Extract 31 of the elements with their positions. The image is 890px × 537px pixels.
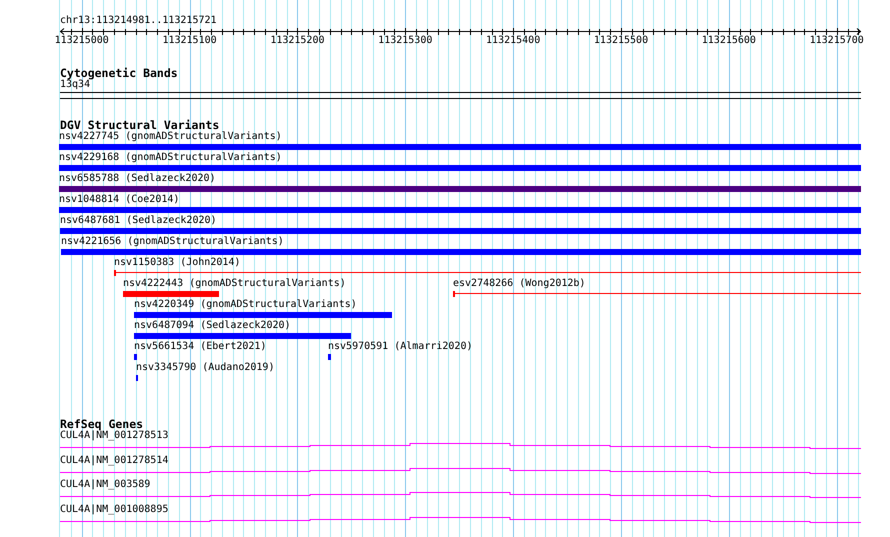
variant-label: nsv6585788 (Sedlazeck2020) [59, 173, 217, 185]
tick-label: 113215600 [702, 35, 756, 47]
gene-label: CUL4A|NM_001278514 [60, 454, 170, 466]
track-title: RefSeq Genes [60, 418, 144, 430]
variant-label: nsv4222443 (gnomADStructuralVariants) [123, 278, 346, 290]
track-title: Cytogenetic Bands [60, 67, 179, 79]
gene-label: CUL4A|NM_003589 [60, 479, 152, 491]
gene-label: CUL4A|NM_001278513 [60, 430, 170, 442]
tick-label: 113215000 [54, 35, 109, 47]
variant-label: nsv5661534 (Ebert2021) [134, 341, 266, 353]
tick-label: 113215300 [378, 35, 432, 47]
gene-label: CUL4A|NM_001008895 [60, 504, 170, 516]
tick-label: 113215500 [594, 35, 648, 47]
band-label: 13q34 [60, 79, 90, 91]
tick-label: 113215700 [810, 35, 864, 47]
variant-label: nsv6487681 (Sedlazeck2020) [60, 215, 218, 227]
variant-label: nsv4221656 (gnomADStructuralVariants) [61, 236, 285, 248]
variant-label: nsv1048814 (Coe2014) [59, 194, 180, 206]
tick-label: 113215400 [486, 35, 540, 47]
variant-label: nsv6487094 (Sedlazeck2020) [134, 320, 292, 332]
track-title: DGV Structural Variants [60, 119, 220, 131]
variant-label: nsv3345790 (Audano2019) [136, 362, 274, 374]
variant-label: nsv4229168 (gnomADStructuralVariants) [59, 152, 283, 164]
variant-label: esv2748266 (Wong2012b) [453, 278, 586, 290]
tick-label: 113215200 [270, 35, 324, 47]
variant-label: nsv1150383 (John2014) [114, 257, 242, 269]
variant-label: nsv4227745 (gnomADStructuralVariants) [59, 131, 283, 143]
region-label: chr13:113214981..113215721 [60, 15, 218, 27]
variant-label: nsv5970591 (Almarri2020) [328, 341, 472, 353]
variant-label: nsv4220349 (gnomADStructuralVariants) [134, 299, 358, 311]
tick-label: 113215100 [162, 35, 217, 47]
